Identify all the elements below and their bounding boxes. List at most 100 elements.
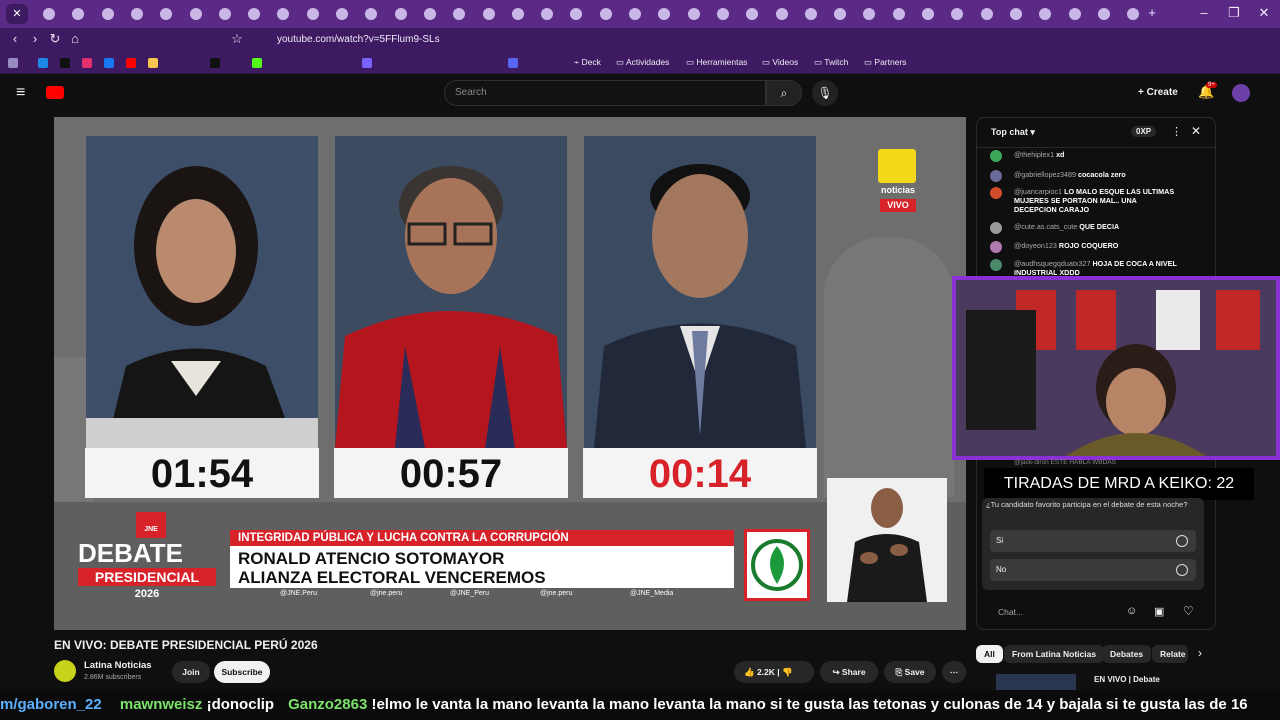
home-icon[interactable]: ⌂ xyxy=(66,31,84,46)
browser-tab[interactable] xyxy=(595,4,617,24)
chat-avatar[interactable] xyxy=(990,259,1002,271)
video-player[interactable]: 01:54 00:57 00:14 noticias VIVO JNE DEBA… xyxy=(54,117,966,630)
chat-avatar[interactable] xyxy=(990,222,1002,234)
chat-input[interactable]: Chat... xyxy=(988,602,1120,622)
related-tab-latina[interactable]: From Latina Noticias xyxy=(1004,645,1105,663)
chat-avatar[interactable] xyxy=(990,187,1002,199)
browser-tab[interactable] xyxy=(1034,4,1056,24)
browser-tab[interactable] xyxy=(800,4,822,24)
related-tab-all[interactable]: All xyxy=(976,645,1003,663)
search-input[interactable]: Search xyxy=(444,80,766,106)
reload-icon[interactable]: ↻ xyxy=(46,31,64,47)
emoji-icon[interactable]: ☺ xyxy=(1126,605,1137,617)
chat-username[interactable]: @audhsquegqduatx327 xyxy=(1014,259,1092,268)
related-tab-debates[interactable]: Debates xyxy=(1102,645,1152,663)
browser-tab[interactable] xyxy=(448,4,470,24)
browser-tab[interactable] xyxy=(331,4,353,24)
browser-tab[interactable] xyxy=(390,4,412,24)
minimize-icon[interactable]: – xyxy=(1192,5,1216,20)
create-button[interactable]: + Create xyxy=(1130,82,1186,104)
avatar[interactable] xyxy=(1232,84,1250,102)
back-icon[interactable]: ‹ xyxy=(6,31,24,46)
chat-username[interactable]: @cute.as.cats_cute xyxy=(1014,222,1079,231)
related-video-title[interactable]: EN VIVO | Debate xyxy=(1094,675,1160,684)
chat-username[interactable]: @doyeon123 xyxy=(1014,241,1059,250)
bookmark-deck[interactable]: ⌁ Deck xyxy=(574,57,601,68)
bookmark-icon[interactable] xyxy=(38,58,48,68)
heart-icon[interactable]: ♡ xyxy=(1183,604,1194,618)
chat-username[interactable]: @juancarpioc1 xyxy=(1014,187,1064,196)
browser-tab[interactable] xyxy=(302,4,324,24)
subscribe-button[interactable]: Subscribe xyxy=(214,661,270,683)
chat-avatar[interactable] xyxy=(990,150,1002,162)
search-icon[interactable]: ⌕ xyxy=(766,80,802,106)
bookmark-folder-actividades[interactable]: ▭ Actividades xyxy=(616,57,669,68)
tiktok-icon[interactable] xyxy=(60,58,70,68)
close-window-icon[interactable]: ✕ xyxy=(1252,5,1276,21)
chat-more-icon[interactable]: ⋮ xyxy=(1171,125,1182,138)
chat-avatar[interactable] xyxy=(990,170,1002,182)
browser-tab[interactable] xyxy=(888,4,910,24)
more-actions-icon[interactable]: ⋯ xyxy=(942,661,966,683)
chat-username[interactable]: @thehiplex1 xyxy=(1014,150,1056,159)
bookmark-icon[interactable] xyxy=(148,58,158,68)
browser-tab[interactable] xyxy=(1093,4,1115,24)
related-thumbnail[interactable] xyxy=(996,674,1076,690)
browser-tab[interactable] xyxy=(97,4,119,24)
browser-tab[interactable] xyxy=(214,4,236,24)
browser-tab[interactable] xyxy=(858,4,880,24)
browser-tab[interactable] xyxy=(946,4,968,24)
save-button[interactable]: ⎘ Save xyxy=(884,661,936,683)
browser-tab[interactable] xyxy=(683,4,705,24)
url-field[interactable]: youtube.com/watch?v=5FFlum9-SLs xyxy=(252,31,972,49)
mic-icon[interactable]: 🎙 xyxy=(812,80,838,106)
browser-tab[interactable] xyxy=(771,4,793,24)
browser-tab[interactable] xyxy=(155,4,177,24)
browser-tab[interactable] xyxy=(478,4,500,24)
browser-tab[interactable] xyxy=(653,4,675,24)
browser-tab[interactable] xyxy=(976,4,998,24)
browser-tab[interactable] xyxy=(829,4,851,24)
bookmark-folder-videos[interactable]: ▭ Videos xyxy=(762,57,798,68)
chat-avatar[interactable] xyxy=(990,241,1002,253)
kick-icon[interactable] xyxy=(252,58,262,68)
browser-tab[interactable] xyxy=(1064,4,1086,24)
browser-tab[interactable] xyxy=(243,4,265,24)
channel-avatar[interactable] xyxy=(54,660,76,682)
new-tab-icon[interactable]: + xyxy=(1140,5,1164,20)
youtube-logo-icon[interactable] xyxy=(46,86,64,99)
channel-name[interactable]: Latina Noticias xyxy=(84,660,152,671)
browser-tab[interactable] xyxy=(917,4,939,24)
facebook-icon[interactable] xyxy=(104,58,114,68)
browser-tab[interactable] xyxy=(38,4,60,24)
browser-tab[interactable] xyxy=(565,4,587,24)
top-chat-dropdown[interactable]: Top chat ▾ xyxy=(991,127,1035,138)
super-chat-icon[interactable]: ▣ xyxy=(1154,605,1164,618)
chat-username[interactable]: @gabriellopez3489 xyxy=(1014,170,1078,179)
bookmark-folder-partners[interactable]: ▭ Partners xyxy=(864,57,907,68)
bookmark-icon[interactable] xyxy=(508,58,518,68)
youtube-icon[interactable] xyxy=(126,58,136,68)
bookmark-icon[interactable] xyxy=(362,58,372,68)
maximize-icon[interactable]: ❐ xyxy=(1222,5,1246,21)
poll-option-no[interactable]: No xyxy=(990,559,1196,581)
forward-icon[interactable]: › xyxy=(26,31,44,46)
related-tab-related[interactable]: Relate xyxy=(1152,645,1188,663)
browser-tab[interactable] xyxy=(536,4,558,24)
browser-tab[interactable] xyxy=(507,4,529,24)
apps-icon[interactable] xyxy=(8,58,18,68)
chevron-right-icon[interactable]: › xyxy=(1198,646,1202,660)
browser-tab[interactable] xyxy=(67,4,89,24)
browser-tab[interactable] xyxy=(741,4,763,24)
browser-tab[interactable] xyxy=(360,4,382,24)
browser-tab[interactable] xyxy=(272,4,294,24)
browser-tab[interactable] xyxy=(624,4,646,24)
like-button[interactable]: 👍 2.2K | 👎 xyxy=(734,661,814,683)
browser-tab[interactable] xyxy=(712,4,734,24)
bookmark-star-icon[interactable]: ☆ xyxy=(228,31,246,47)
close-chat-icon[interactable]: ✕ xyxy=(1191,124,1201,138)
poll-option-si[interactable]: Si xyxy=(990,530,1196,552)
browser-tab[interactable] xyxy=(126,4,148,24)
bookmark-folder-herramientas[interactable]: ▭ Herramientas xyxy=(686,57,747,68)
close-tab-icon[interactable]: ✕ xyxy=(6,4,28,24)
